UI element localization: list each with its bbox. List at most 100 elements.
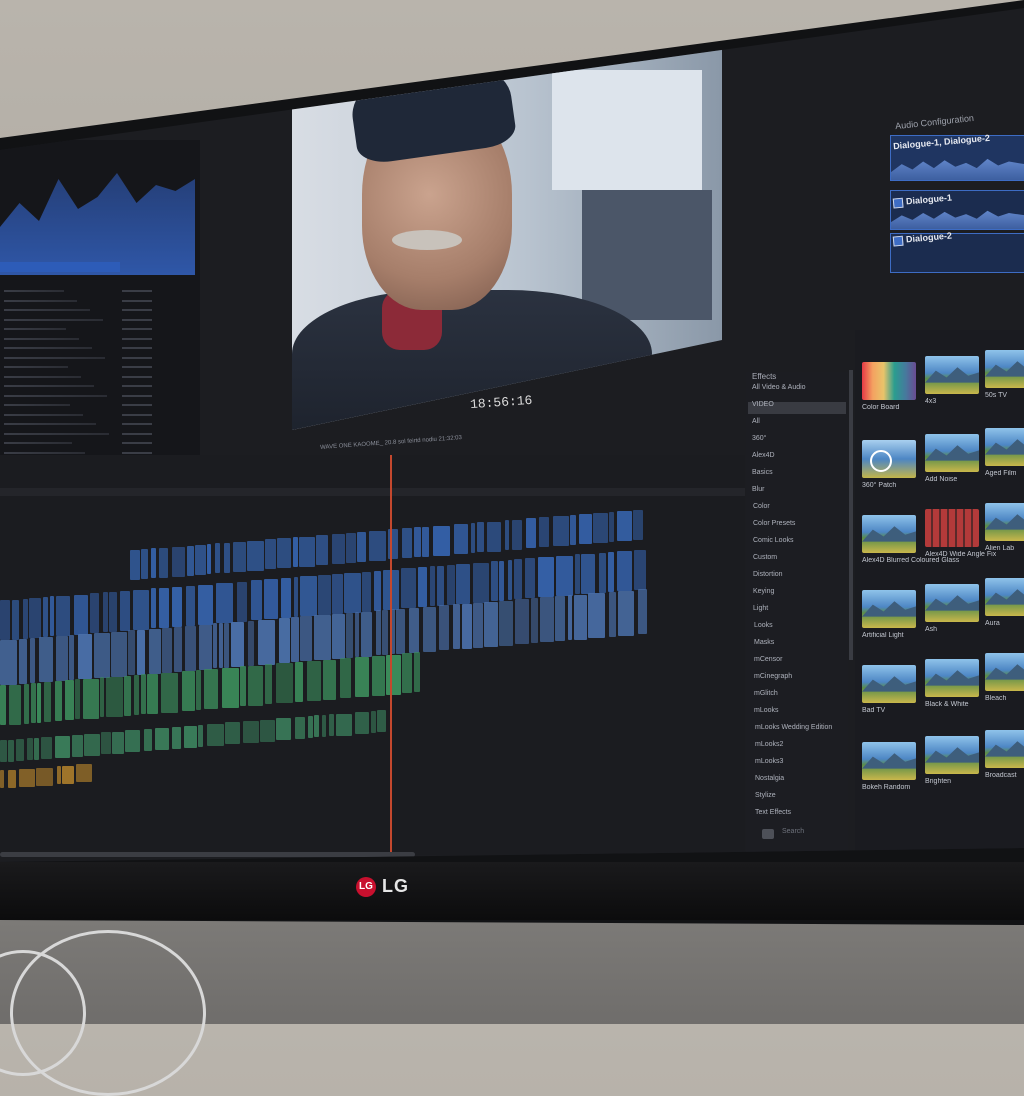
timeline-clip[interactable] [260,720,275,742]
timeline-clip[interactable] [36,768,53,786]
browser-row[interactable] [4,366,68,368]
timeline-clip[interactable] [185,626,196,671]
timeline-clip[interactable] [74,595,88,635]
timeline-clip[interactable] [120,591,130,631]
timeline-clip[interactable] [402,528,412,558]
browser-row[interactable] [4,299,77,302]
timeline-clip[interactable] [141,674,146,714]
timeline-clip[interactable] [101,732,111,754]
timeline-clip[interactable] [174,627,182,672]
timeline-clip[interactable] [264,579,278,619]
timeline-clip[interactable] [147,674,158,714]
effects-category-item[interactable]: mGlitch [754,690,778,697]
timeline-clip[interactable] [314,615,331,660]
timeline-clip[interactable] [69,635,74,680]
browser-row[interactable] [4,432,109,435]
timeline-clip[interactable] [94,633,110,678]
timeline-clip[interactable] [134,675,139,715]
timeline-clip[interactable] [276,663,293,703]
effects-category-item[interactable]: 360° [752,435,766,442]
timeline-clip[interactable] [346,613,353,658]
timeline-clip[interactable] [199,625,212,670]
browser-row[interactable] [4,404,70,406]
timeline-clip[interactable] [318,575,331,615]
timeline-clip[interactable] [322,715,326,737]
effect-thumbnail[interactable] [862,440,916,478]
timeline-clip[interactable] [531,598,538,643]
timeline-clip[interactable] [258,620,275,665]
timeline-clip[interactable] [308,716,313,738]
browser-row[interactable] [4,385,94,387]
browser-row[interactable] [4,356,105,359]
timeline-clip[interactable] [555,596,565,641]
effect-thumbnail[interactable] [985,578,1024,616]
timeline-clip[interactable] [224,543,230,573]
timeline-clip[interactable] [222,668,239,708]
timeline-clip[interactable] [414,652,420,692]
effect-thumbnail[interactable] [985,350,1024,388]
effect-thumbnail[interactable] [925,736,979,774]
timeline-clip[interactable] [355,712,369,734]
timeline-clip[interactable] [401,568,416,608]
effects-category-item[interactable]: Alex4D [752,452,775,459]
effects-category-item[interactable]: Looks [754,622,773,629]
browser-row[interactable] [4,347,92,349]
timeline-clip[interactable] [56,636,68,681]
timeline-clip[interactable] [78,634,92,679]
timeline-clip[interactable] [295,662,303,702]
timeline-clip[interactable] [57,766,61,784]
timeline-clip[interactable] [462,604,472,649]
timeline-clip[interactable] [151,588,156,628]
timeline-clip[interactable] [499,601,513,646]
browser-row[interactable] [4,290,64,292]
timeline-clip[interactable] [433,526,450,556]
timeline-clip[interactable] [133,590,149,630]
timeline-clip[interactable] [332,534,345,564]
timeline-clip[interactable] [37,683,41,723]
effect-thumbnail[interactable] [925,659,979,697]
effects-category-item[interactable]: mCinegraph [754,673,792,680]
timeline-clip[interactable] [371,711,376,733]
effects-category-item[interactable]: mLooks3 [755,758,783,765]
timeline-clip[interactable] [525,558,535,598]
timeline-clip[interactable] [29,598,41,638]
effects-category-item[interactable]: Text Effects [755,809,791,816]
viewer[interactable] [292,40,722,430]
timeline-clip[interactable] [198,725,203,747]
timeline-clip[interactable] [43,597,48,637]
timeline-clip[interactable] [300,616,312,661]
timeline-clip[interactable] [184,726,197,748]
timeline-clip[interactable] [574,595,587,640]
timeline-clip[interactable] [155,728,169,750]
effects-category-item[interactable]: Custom [753,554,777,561]
effects-category-item[interactable]: mLooks Wedding Edition [755,724,832,731]
timeline-clip[interactable] [100,677,104,717]
timeline-clip[interactable] [499,561,504,601]
timeline-clip[interactable] [568,595,572,640]
timeline-scrollbar[interactable] [0,852,415,857]
timeline-clip[interactable] [125,730,140,752]
effects-category-item[interactable]: Masks [754,639,774,646]
timeline-clip[interactable] [9,685,21,725]
timeline-clip[interactable] [430,566,435,606]
timeline-clip[interactable] [414,527,421,557]
timeline-clip[interactable] [437,566,444,606]
timeline-clip[interactable] [248,666,263,706]
timeline-clip[interactable] [418,567,427,607]
timeline-clip[interactable] [84,734,100,756]
effects-category-item[interactable]: Light [753,605,768,612]
effect-thumbnail[interactable] [862,590,916,628]
timeline-clip[interactable] [225,722,240,744]
timeline-clip[interactable] [106,677,123,717]
timeline-clip[interactable] [172,547,185,577]
timeline-ruler[interactable] [0,488,745,496]
timeline-clip[interactable] [161,673,178,713]
timeline-clip[interactable] [159,548,168,578]
timeline-clip[interactable] [633,510,643,540]
effects-category-item[interactable]: Distortion [753,571,783,578]
effects-category-item[interactable]: Color Presets [753,520,795,527]
timeline-clip[interactable] [346,533,356,563]
timeline-clip[interactable] [243,721,259,743]
checkbox-icon[interactable] [892,197,904,209]
timeline-clip[interactable] [83,679,99,719]
